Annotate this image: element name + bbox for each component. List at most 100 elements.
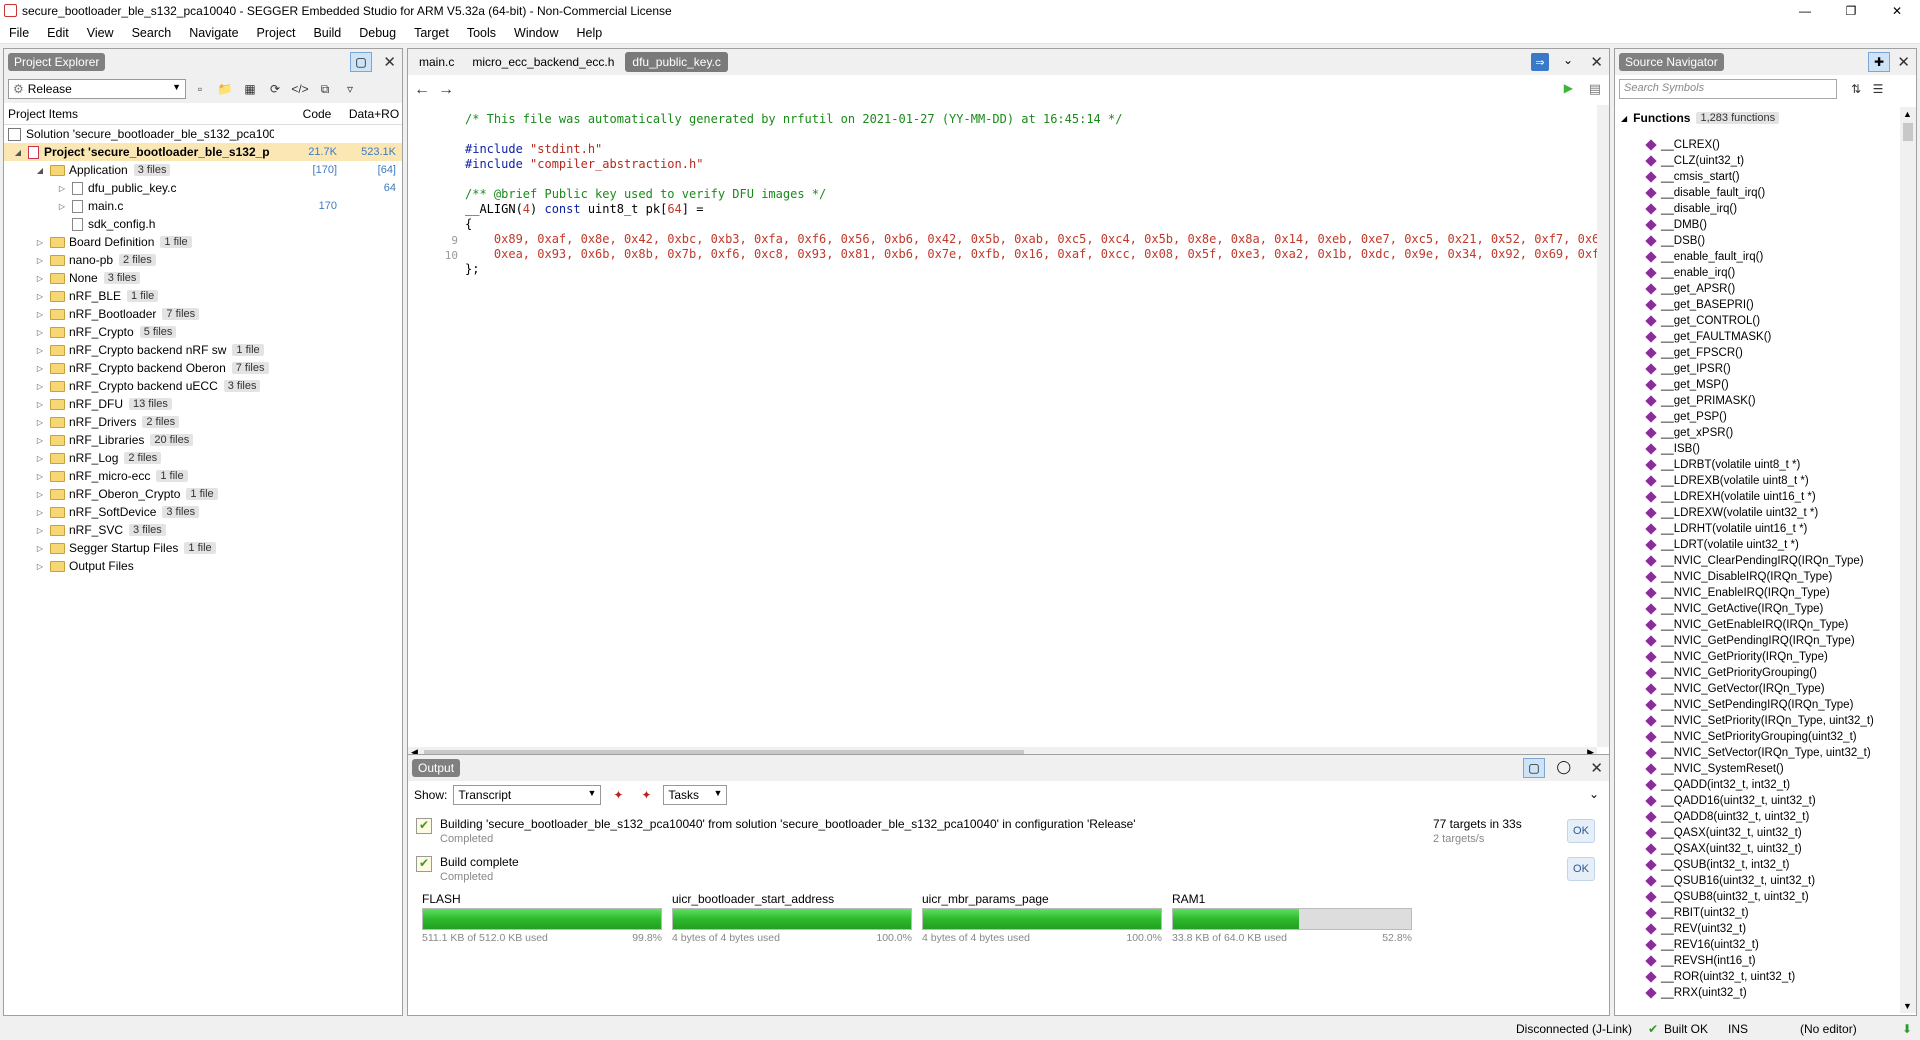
previous-error-icon[interactable]: ✦: [635, 785, 657, 805]
function-item[interactable]: __enable_fault_irq(): [1615, 249, 1898, 265]
function-item[interactable]: __NVIC_SetPriority(IRQn_Type, uint32_t): [1615, 713, 1898, 729]
menu-view[interactable]: View: [78, 26, 123, 40]
functions-group[interactable]: ◢ Functions 1,283 functions: [1615, 109, 1916, 127]
function-item[interactable]: __get_PSP(): [1615, 409, 1898, 425]
play-icon[interactable]: ▶: [1564, 81, 1573, 95]
function-item[interactable]: __QADD(int32_t, int32_t): [1615, 777, 1898, 793]
scroll-down-icon[interactable]: ▼: [1903, 1001, 1912, 1011]
code-icon[interactable]: </>: [289, 79, 311, 99]
tab-micro-ecc-backend[interactable]: micro_ecc_backend_ecc.h: [465, 52, 621, 72]
expand-icon[interactable]: ▷: [56, 184, 68, 193]
file-row[interactable]: sdk_config.h: [4, 215, 402, 233]
build-message[interactable]: Building 'secure_bootloader_ble_s132_pca…: [412, 813, 1603, 851]
folder-row[interactable]: ▷ nRF_Crypto backend Oberon 7 files: [4, 359, 402, 377]
function-item[interactable]: __NVIC_SetPriorityGrouping(uint32_t): [1615, 729, 1898, 745]
function-item[interactable]: __get_MSP(): [1615, 377, 1898, 393]
function-item[interactable]: __QSUB8(uint32_t, uint32_t): [1615, 889, 1898, 905]
folder-row[interactable]: ▷ Segger Startup Files 1 file: [4, 539, 402, 557]
folder-row[interactable]: ▷ nano-pb 2 files: [4, 251, 402, 269]
sort-icon[interactable]: ⇅: [1845, 79, 1867, 99]
column-code[interactable]: Code: [288, 107, 346, 121]
copy-icon[interactable]: ⧉: [314, 79, 336, 99]
menu-help[interactable]: Help: [567, 26, 611, 40]
symbol-search-input[interactable]: Search Symbols: [1619, 79, 1837, 99]
function-item[interactable]: __NVIC_DisableIRQ(IRQn_Type): [1615, 569, 1898, 585]
folder-row[interactable]: ▷ None 3 files: [4, 269, 402, 287]
function-item[interactable]: __QADD8(uint32_t, uint32_t): [1615, 809, 1898, 825]
file-row[interactable]: ▷ main.c 170: [4, 197, 402, 215]
folder-row[interactable]: ▷ Board Definition 1 file: [4, 233, 402, 251]
function-item[interactable]: __RRX(uint32_t): [1615, 985, 1898, 1001]
scroll-up-icon[interactable]: ▲: [1903, 109, 1912, 119]
menu-project[interactable]: Project: [248, 26, 305, 40]
function-item[interactable]: __get_CONTROL(): [1615, 313, 1898, 329]
menu-edit[interactable]: Edit: [38, 26, 78, 40]
function-item[interactable]: __CLREX(): [1615, 137, 1898, 153]
scrollbar-thumb[interactable]: [1903, 123, 1913, 141]
function-item[interactable]: __get_IPSR(): [1615, 361, 1898, 377]
chevron-down-icon[interactable]: ⌄: [1563, 53, 1573, 67]
expand-icon[interactable]: ▷: [34, 526, 46, 535]
folder-row[interactable]: ▷ nRF_Crypto 5 files: [4, 323, 402, 341]
expand-icon[interactable]: ▷: [34, 364, 46, 373]
new-file-icon[interactable]: ▫: [189, 79, 211, 99]
output-title[interactable]: Output: [412, 759, 461, 777]
function-item[interactable]: __LDRT(volatile uint32_t *): [1615, 537, 1898, 553]
expand-icon[interactable]: ▷: [34, 508, 46, 517]
expand-icon[interactable]: ▷: [34, 400, 46, 409]
folder-row[interactable]: ▷ nRF_Crypto backend uECC 3 files: [4, 377, 402, 395]
function-item[interactable]: __get_PRIMASK(): [1615, 393, 1898, 409]
menu-tools[interactable]: Tools: [458, 26, 505, 40]
folder-row[interactable]: ▷ nRF_Oberon_Crypto 1 file: [4, 485, 402, 503]
expand-icon[interactable]: ▷: [34, 490, 46, 499]
folder-row[interactable]: ▷ nRF_Bootloader 7 files: [4, 305, 402, 323]
function-item[interactable]: __NVIC_GetPriority(IRQn_Type): [1615, 649, 1898, 665]
close-icon[interactable]: ✕: [383, 53, 396, 71]
close-icon[interactable]: ✕: [1590, 53, 1603, 71]
function-item[interactable]: __QASX(uint32_t, uint32_t): [1615, 825, 1898, 841]
build-status[interactable]: Built OK: [1664, 1022, 1708, 1036]
vertical-scrollbar[interactable]: ▲ ▼: [1900, 107, 1916, 1013]
function-item[interactable]: __NVIC_EnableIRQ(IRQn_Type): [1615, 585, 1898, 601]
close-icon[interactable]: ✕: [1897, 53, 1910, 71]
menu-window[interactable]: Window: [505, 26, 567, 40]
function-item[interactable]: __get_BASEPRI(): [1615, 297, 1898, 313]
function-item[interactable]: __REV(uint32_t): [1615, 921, 1898, 937]
folder-row[interactable]: ▷ nRF_Crypto backend nRF sw 1 file: [4, 341, 402, 359]
expand-icon[interactable]: ▷: [56, 202, 68, 211]
function-item[interactable]: __disable_fault_irq(): [1615, 185, 1898, 201]
folder-row[interactable]: ▷ nRF_Drivers 2 files: [4, 413, 402, 431]
tab-main-c[interactable]: main.c: [412, 52, 461, 72]
function-item[interactable]: __LDRBT(volatile uint8_t *): [1615, 457, 1898, 473]
minimize-icon[interactable]: —: [1782, 0, 1828, 22]
expand-icon[interactable]: ▷: [34, 328, 46, 337]
folder-row[interactable]: ▷ Output Files: [4, 557, 402, 575]
function-item[interactable]: __QSAX(uint32_t, uint32_t): [1615, 841, 1898, 857]
close-icon[interactable]: ✕: [1590, 759, 1603, 777]
function-item[interactable]: __REV16(uint32_t): [1615, 937, 1898, 953]
filter-icon[interactable]: ▿: [339, 79, 361, 99]
function-item[interactable]: __NVIC_GetActive(IRQn_Type): [1615, 601, 1898, 617]
ok-button[interactable]: OK: [1567, 857, 1595, 881]
list-icon[interactable]: ▤: [1589, 81, 1601, 97]
solution-row[interactable]: Solution 'secure_bootloader_ble_s132_pca…: [4, 125, 402, 143]
expand-icon[interactable]: ▷: [34, 544, 46, 553]
tasks-select[interactable]: Tasks ▼: [663, 785, 728, 805]
clear-output-icon[interactable]: ▢: [1523, 758, 1545, 778]
function-item[interactable]: __RBIT(uint32_t): [1615, 905, 1898, 921]
menu-file[interactable]: File: [0, 26, 38, 40]
function-item[interactable]: __QSUB(int32_t, int32_t): [1615, 857, 1898, 873]
configuration-select[interactable]: ⚙ Release ▼: [8, 79, 186, 99]
function-item[interactable]: __NVIC_SystemReset(): [1615, 761, 1898, 777]
expand-icon[interactable]: ▷: [34, 382, 46, 391]
function-item[interactable]: __NVIC_SetVector(IRQn_Type, uint32_t): [1615, 745, 1898, 761]
expand-icon[interactable]: ▷: [34, 256, 46, 265]
maximize-icon[interactable]: ❐: [1828, 0, 1874, 22]
close-window-icon[interactable]: ✕: [1874, 0, 1920, 22]
download-icon[interactable]: ⬇: [1902, 1022, 1912, 1036]
project-row[interactable]: ◢ Project 'secure_bootloader_ble_s132_pc…: [4, 143, 402, 161]
connection-status[interactable]: Disconnected (J-Link): [1516, 1022, 1632, 1036]
folder-row[interactable]: ▷ nRF_SoftDevice 3 files: [4, 503, 402, 521]
function-item[interactable]: __LDREXB(volatile uint8_t *): [1615, 473, 1898, 489]
project-explorer-title[interactable]: Project Explorer: [8, 53, 106, 71]
